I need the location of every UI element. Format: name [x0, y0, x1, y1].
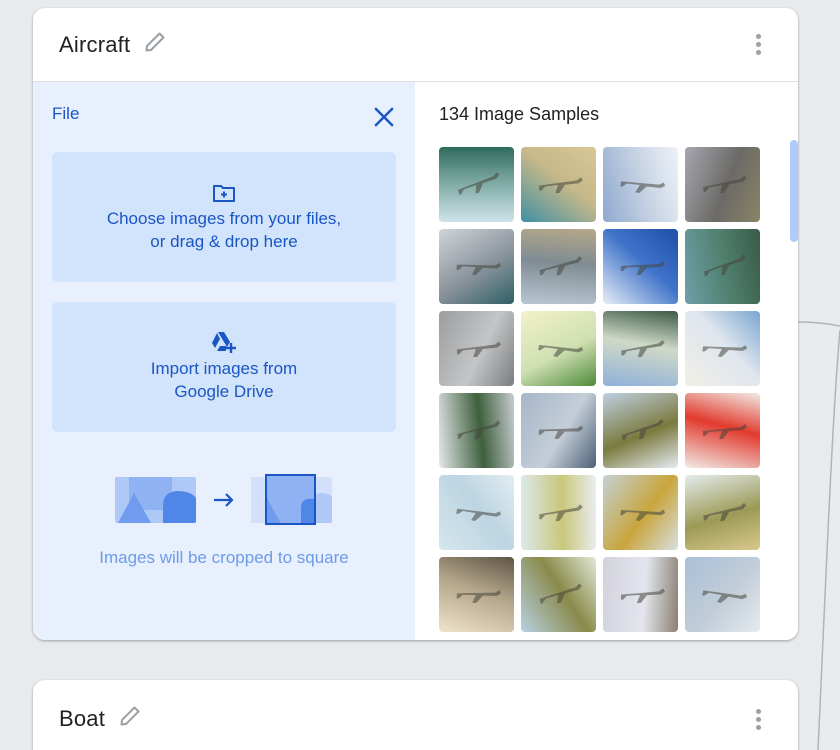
aircraft-image: [521, 475, 596, 550]
scrollbar[interactable]: [786, 82, 798, 640]
file-panel-label: File: [52, 104, 79, 124]
aircraft-image: [685, 475, 760, 550]
image-sample-thumbnail[interactable]: [521, 229, 596, 304]
image-sample-thumbnail[interactable]: [439, 311, 514, 386]
class-card-boat: Boat: [33, 680, 798, 750]
image-sample-thumbnail[interactable]: [439, 475, 514, 550]
aircraft-image: [685, 229, 760, 304]
aircraft-image: [603, 147, 678, 222]
more-vert-icon[interactable]: [748, 31, 768, 59]
pencil-icon[interactable]: [142, 29, 168, 55]
image-sample-thumbnail[interactable]: [603, 475, 678, 550]
class-title[interactable]: Boat: [59, 706, 105, 732]
aircraft-image: [603, 393, 678, 468]
image-sample-thumbnail[interactable]: [439, 147, 514, 222]
import-google-drive-button[interactable]: Import images from Google Drive: [52, 302, 396, 432]
image-sample-thumbnail[interactable]: [521, 393, 596, 468]
image-sample-thumbnail[interactable]: [439, 229, 514, 304]
image-sample-thumbnail[interactable]: [603, 393, 678, 468]
aircraft-image: [521, 393, 596, 468]
image-sample-thumbnail[interactable]: [521, 475, 596, 550]
aircraft-image: [603, 229, 678, 304]
aircraft-image: [439, 229, 514, 304]
aircraft-image: [685, 311, 760, 386]
image-sample-thumbnail[interactable]: [685, 393, 760, 468]
class-title[interactable]: Aircraft: [59, 32, 130, 58]
choose-files-line2: or drag & drop here: [150, 230, 297, 253]
aircraft-image: [603, 557, 678, 632]
file-upload-panel: File Choose images from your files, or d…: [33, 82, 415, 640]
aircraft-image: [685, 393, 760, 468]
samples-count: 134 Image Samples: [439, 104, 798, 125]
scrollbar-thumb[interactable]: [790, 140, 798, 242]
image-sample-thumbnail[interactable]: [521, 147, 596, 222]
choose-files-line1: Choose images from your files,: [107, 207, 341, 230]
aircraft-image: [685, 147, 760, 222]
image-sample-thumbnail[interactable]: [603, 229, 678, 304]
aircraft-image: [521, 229, 596, 304]
aircraft-image: [439, 393, 514, 468]
image-sample-thumbnail[interactable]: [603, 147, 678, 222]
arrow-right-icon: [213, 492, 235, 508]
image-sample-thumbnail[interactable]: [685, 475, 760, 550]
image-sample-thumbnail[interactable]: [439, 393, 514, 468]
aircraft-image: [521, 311, 596, 386]
import-drive-line2: Google Drive: [174, 380, 273, 403]
aircraft-image: [685, 557, 760, 632]
aircraft-image: [603, 311, 678, 386]
image-sample-thumbnail[interactable]: [685, 229, 760, 304]
crop-illustration: [52, 474, 396, 526]
close-icon[interactable]: [372, 105, 396, 129]
aircraft-image: [439, 475, 514, 550]
image-samples-panel: 134 Image Samples: [415, 82, 798, 640]
cropped-square-icon: [251, 474, 333, 526]
image-sample-thumbnail[interactable]: [439, 557, 514, 632]
card-header: Boat: [33, 680, 798, 750]
aircraft-image: [439, 311, 514, 386]
import-drive-line1: Import images from: [151, 357, 297, 380]
image-sample-thumbnail[interactable]: [603, 311, 678, 386]
image-sample-thumbnail[interactable]: [603, 557, 678, 632]
aircraft-image: [521, 557, 596, 632]
google-drive-add-icon: [211, 331, 237, 353]
landscape-image-icon: [115, 476, 197, 524]
aircraft-image: [439, 557, 514, 632]
more-vert-icon[interactable]: [748, 705, 768, 733]
pencil-icon[interactable]: [117, 703, 143, 729]
aircraft-image: [521, 147, 596, 222]
image-samples-grid: [439, 147, 798, 632]
aircraft-image: [439, 147, 514, 222]
class-card-aircraft: Aircraft File: [33, 8, 798, 640]
image-sample-thumbnail[interactable]: [685, 147, 760, 222]
folder-plus-icon: [212, 181, 236, 203]
image-sample-thumbnail[interactable]: [521, 557, 596, 632]
aircraft-image: [603, 475, 678, 550]
image-sample-thumbnail[interactable]: [685, 311, 760, 386]
image-sample-thumbnail[interactable]: [521, 311, 596, 386]
card-header: Aircraft: [33, 8, 798, 82]
choose-files-button[interactable]: Choose images from your files, or drag &…: [52, 152, 396, 282]
crop-note: Images will be cropped to square: [52, 548, 396, 568]
image-sample-thumbnail[interactable]: [685, 557, 760, 632]
